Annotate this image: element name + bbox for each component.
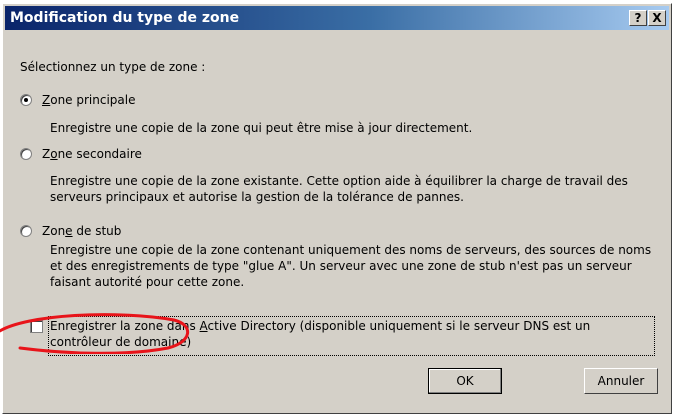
radio-button[interactable] bbox=[20, 94, 32, 106]
radio-selected-dot bbox=[24, 98, 28, 102]
description-zone-principale: Enregistre une copie de la zone qui peut… bbox=[50, 121, 473, 135]
zone-type-prompt: Sélectionnez un type de zone : bbox=[20, 60, 206, 74]
annotation-ellipse bbox=[0, 313, 189, 354]
radio-button[interactable] bbox=[20, 225, 32, 237]
description-zone-stub: Enregistre une copie de la zone contenan… bbox=[50, 243, 652, 289]
radio-button[interactable] bbox=[20, 148, 32, 160]
radio-label-zone-secondaire[interactable]: Zone secondaire bbox=[42, 147, 142, 161]
cancel-button[interactable]: Annuler bbox=[584, 368, 658, 394]
description-zone-secondaire: Enregistre une copie de la zone existant… bbox=[50, 174, 628, 204]
ok-button[interactable]: OK bbox=[428, 368, 502, 394]
radio-label-zone-principale[interactable]: Zone principale bbox=[42, 93, 136, 107]
radio-label-zone-stub[interactable]: Zone de stub bbox=[42, 224, 121, 238]
dialog-content: Sélectionnez un type de zone : Zone prin… bbox=[0, 0, 674, 416]
